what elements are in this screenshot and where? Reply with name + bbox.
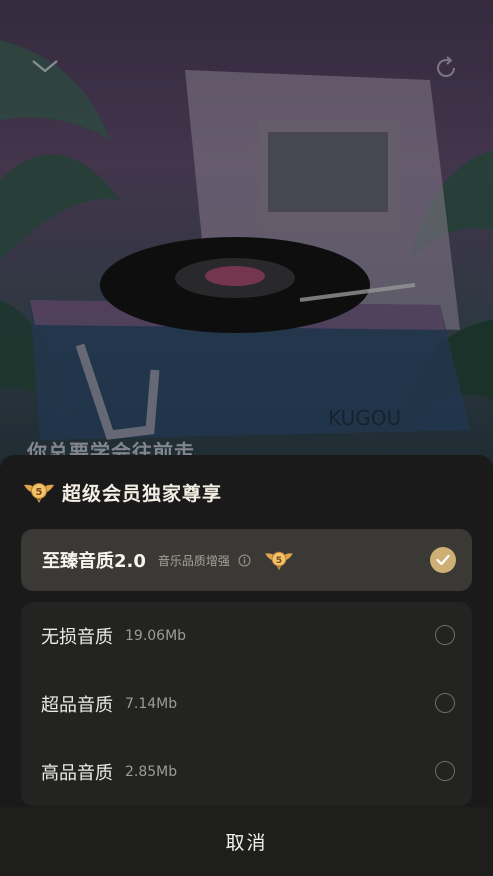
quality-option-name: 超品音质	[41, 695, 113, 716]
cancel-button[interactable]: 取消	[0, 807, 493, 876]
info-circle-icon[interactable]	[238, 554, 251, 567]
quality-option-super[interactable]: 超品音质 7.14Mb	[21, 682, 472, 726]
radio-button[interactable]	[435, 693, 455, 713]
quality-option-size: 2.85Mb	[125, 764, 178, 780]
vip-wings-badge-icon: 5	[24, 483, 54, 503]
radio-button[interactable]	[435, 625, 455, 645]
refresh-icon[interactable]	[432, 54, 460, 82]
quality-option-name: 高品音质	[41, 763, 113, 784]
sheet-title: 超级会员独家尊享	[62, 482, 223, 505]
player-background-artwork: KUGOU 你总要学会往前走	[0, 0, 493, 470]
quality-option-size: 7.14Mb	[125, 696, 178, 712]
svg-text:5: 5	[36, 487, 43, 498]
svg-text:5: 5	[276, 555, 282, 566]
quality-option-high[interactable]: 高品音质 2.85Mb	[21, 750, 472, 794]
quality-option-description: 音乐品质增强	[157, 553, 230, 568]
quality-option-lossless[interactable]: 无损音质 19.06Mb	[21, 614, 472, 658]
quality-option-list: 无损音质 19.06Mb 超品音质 7.14Mb 高品音质 2.85Mb	[21, 602, 472, 806]
checkmark-icon	[436, 554, 450, 566]
chevron-down-icon[interactable]	[30, 56, 60, 76]
selected-check[interactable]	[430, 547, 456, 573]
radio-button[interactable]	[435, 761, 455, 781]
quality-option-size: 19.06Mb	[125, 628, 187, 644]
sheet-header: 5 超级会员独家尊享	[22, 479, 222, 505]
quality-option-name: 至臻音质2.0	[42, 551, 146, 572]
quality-option-name: 无损音质	[41, 627, 113, 648]
cancel-label: 取消	[225, 832, 268, 854]
quality-option-premium[interactable]: 至臻音质2.0 音乐品质增强 5	[21, 529, 472, 591]
dim-overlay	[0, 0, 493, 470]
audio-quality-sheet: 5 超级会员独家尊享 至臻音质2.0 音乐品质增强 5 无损音质 19.06Mb	[0, 455, 493, 876]
vip-wings-badge-icon: 5	[265, 551, 293, 571]
